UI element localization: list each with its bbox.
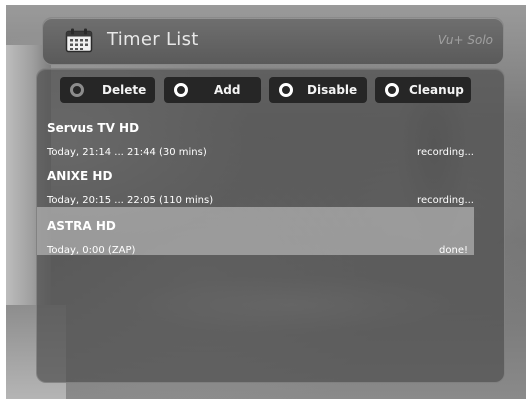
timer-list-panel: Delete Add Disable Cleanup Servus TV HD … xyxy=(36,68,505,383)
page-title: Timer List xyxy=(107,29,199,50)
timer-list-item[interactable]: ANIXE HD Today, 20:15 ... 22:05 (110 min… xyxy=(37,159,474,207)
cleanup-button-label: Cleanup xyxy=(409,83,464,97)
timer-channel-name: Servus TV HD xyxy=(47,121,140,135)
timer-channel-name: ASTRA HD xyxy=(47,219,116,233)
delete-button-label: Delete xyxy=(102,83,147,97)
indicator-circle-icon xyxy=(385,83,399,97)
indicator-circle-icon xyxy=(279,83,293,97)
title-bar: Timer List Vu+ Solo xyxy=(42,17,504,65)
disable-button-label: Disable xyxy=(307,83,358,97)
timer-channel-name: ANIXE HD xyxy=(47,169,113,183)
timer-list-item[interactable]: Servus TV HD Today, 21:14 ... 21:44 (30 … xyxy=(37,111,474,159)
timer-time: Today, 20:15 ... 22:05 (110 mins) xyxy=(47,195,214,206)
timer-time: Today, 21:14 ... 21:44 (30 mins) xyxy=(47,147,207,158)
add-button[interactable]: Add xyxy=(164,77,261,103)
indicator-circle-icon xyxy=(70,83,84,97)
timer-list-item-selected[interactable]: ASTRA HD Today, 0:00 (ZAP) done! xyxy=(37,207,474,256)
brand-watermark: Vu+ Solo xyxy=(437,33,493,47)
timer-time: Today, 0:00 (ZAP) xyxy=(47,245,136,256)
cleanup-button[interactable]: Cleanup xyxy=(375,77,471,103)
disable-button[interactable]: Disable xyxy=(269,77,367,103)
calendar-icon xyxy=(65,28,93,53)
indicator-circle-icon xyxy=(174,83,188,97)
timer-status: done! xyxy=(439,245,468,256)
add-button-label: Add xyxy=(214,83,241,97)
timer-status: recording... xyxy=(417,195,474,206)
delete-button[interactable]: Delete xyxy=(60,77,155,103)
timer-status: recording... xyxy=(417,147,474,158)
